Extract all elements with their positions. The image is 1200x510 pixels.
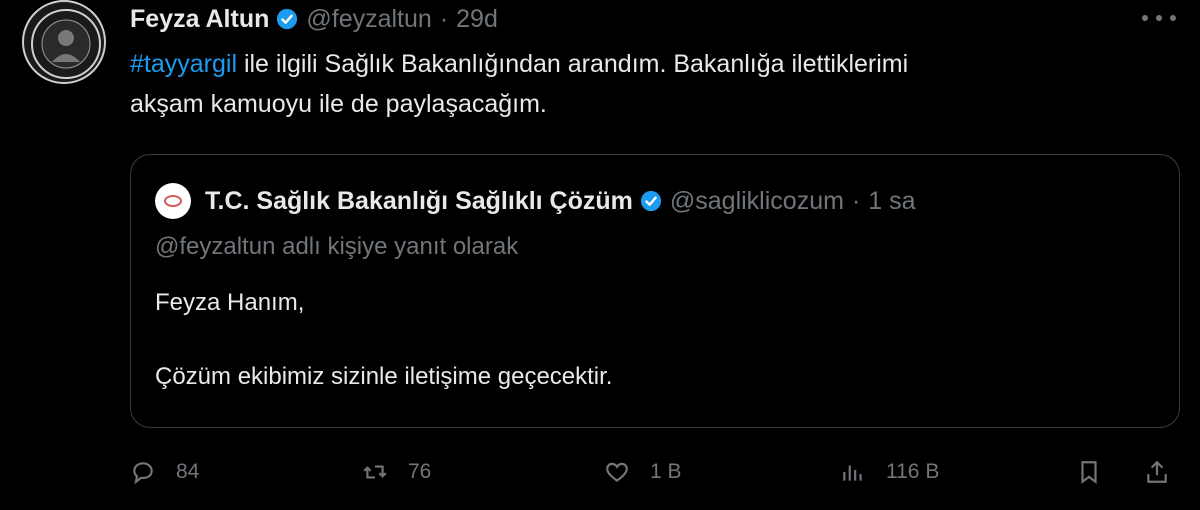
quoted-author-avatar[interactable] — [155, 183, 191, 219]
like-button[interactable]: 1 B — [604, 452, 682, 492]
repost-count: 76 — [408, 460, 432, 483]
share-button[interactable] — [1144, 452, 1170, 492]
reply-button[interactable]: 84 — [130, 452, 199, 492]
tweet-text-line1: ile ilgili Sağlık Bakanlığından arandım.… — [237, 50, 909, 78]
quoted-body-line2: Çözüm ekibimiz sizinle iletişime geçecek… — [155, 363, 613, 390]
reply-context: @feyzaltun adlı kişiye yanıt olarak — [155, 233, 519, 260]
action-bar: 84 76 1 B 116 B — [130, 452, 1180, 492]
verified-badge-icon — [277, 8, 298, 30]
quoted-author-handle[interactable]: @sagliklicozum — [670, 187, 844, 216]
repost-button[interactable]: 76 — [362, 452, 431, 492]
like-count: 1 B — [650, 460, 682, 483]
verified-badge-icon — [640, 190, 661, 212]
avatar-emblem-icon — [31, 9, 101, 79]
bookmark-icon — [1081, 461, 1097, 484]
bookmark-button[interactable] — [1076, 452, 1102, 492]
quoted-tweet-time[interactable]: 1 sa — [868, 187, 915, 216]
tweet-header: Feyza Altun @feyzaltun · 29d — [130, 2, 498, 36]
author-handle[interactable]: @feyzaltun — [306, 5, 431, 34]
separator-dot: · — [851, 186, 861, 215]
quoted-author-name[interactable]: T.C. Sağlık Bakanlığı Sağlıklı Çözüm — [205, 187, 633, 216]
heart-icon — [606, 462, 628, 483]
tweet-text: #tayyargil ile ilgili Sağlık Bakanlığınd… — [130, 44, 1150, 124]
reply-count: 84 — [176, 460, 200, 483]
quoted-tweet-header: T.C. Sağlık Bakanlığı Sağlıklı Çözüm @sa… — [155, 183, 916, 219]
quoted-tweet[interactable]: T.C. Sağlık Bakanlığı Sağlıklı Çözüm @sa… — [130, 154, 1180, 428]
views-count: 116 B — [886, 460, 940, 483]
author-avatar[interactable] — [22, 0, 106, 84]
views-button[interactable]: 116 B — [840, 452, 939, 492]
author-name[interactable]: Feyza Altun — [130, 5, 269, 34]
hashtag-link[interactable]: #tayyargil — [130, 50, 237, 78]
separator-dot: · — [439, 4, 449, 33]
share-icon — [1147, 460, 1167, 483]
tweet-text-line2: akşam kamuoyu ile de paylaşacağım. — [130, 90, 547, 118]
tweet-time[interactable]: 29d — [456, 5, 498, 34]
quoted-body-line1: Feyza Hanım, — [155, 289, 305, 316]
quoted-tweet-body: Feyza Hanım, Çözüm ekibimiz sizinle ilet… — [155, 283, 612, 397]
more-options-icon[interactable] — [1142, 12, 1176, 24]
repost-icon — [363, 465, 387, 479]
reply-icon — [133, 462, 153, 485]
views-chart-icon — [843, 465, 862, 481]
